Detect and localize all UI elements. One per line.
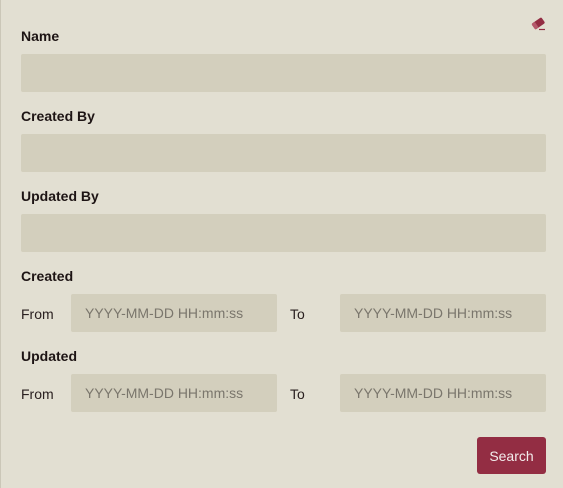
created-from-input[interactable] — [71, 294, 277, 332]
updated-from-input[interactable] — [71, 374, 277, 412]
name-input[interactable] — [21, 54, 546, 92]
updated-to-label: To — [290, 386, 305, 402]
created-label: Created — [21, 268, 74, 284]
name-label: Name — [21, 28, 60, 44]
created-to-input[interactable] — [340, 294, 546, 332]
updated-to-input[interactable] — [340, 374, 546, 412]
search-filter-panel: Name Created By Updated By Created From … — [0, 0, 563, 488]
eraser-icon[interactable] — [529, 15, 547, 31]
search-button[interactable]: Search — [477, 437, 546, 474]
updated-label: Updated — [21, 348, 77, 364]
updated-by-input[interactable] — [21, 214, 546, 252]
created-by-input[interactable] — [21, 134, 546, 172]
created-by-label: Created By — [21, 108, 95, 124]
created-from-label: From — [21, 306, 54, 322]
updated-from-label: From — [21, 386, 54, 402]
updated-by-label: Updated By — [21, 188, 99, 204]
created-to-label: To — [290, 306, 305, 322]
